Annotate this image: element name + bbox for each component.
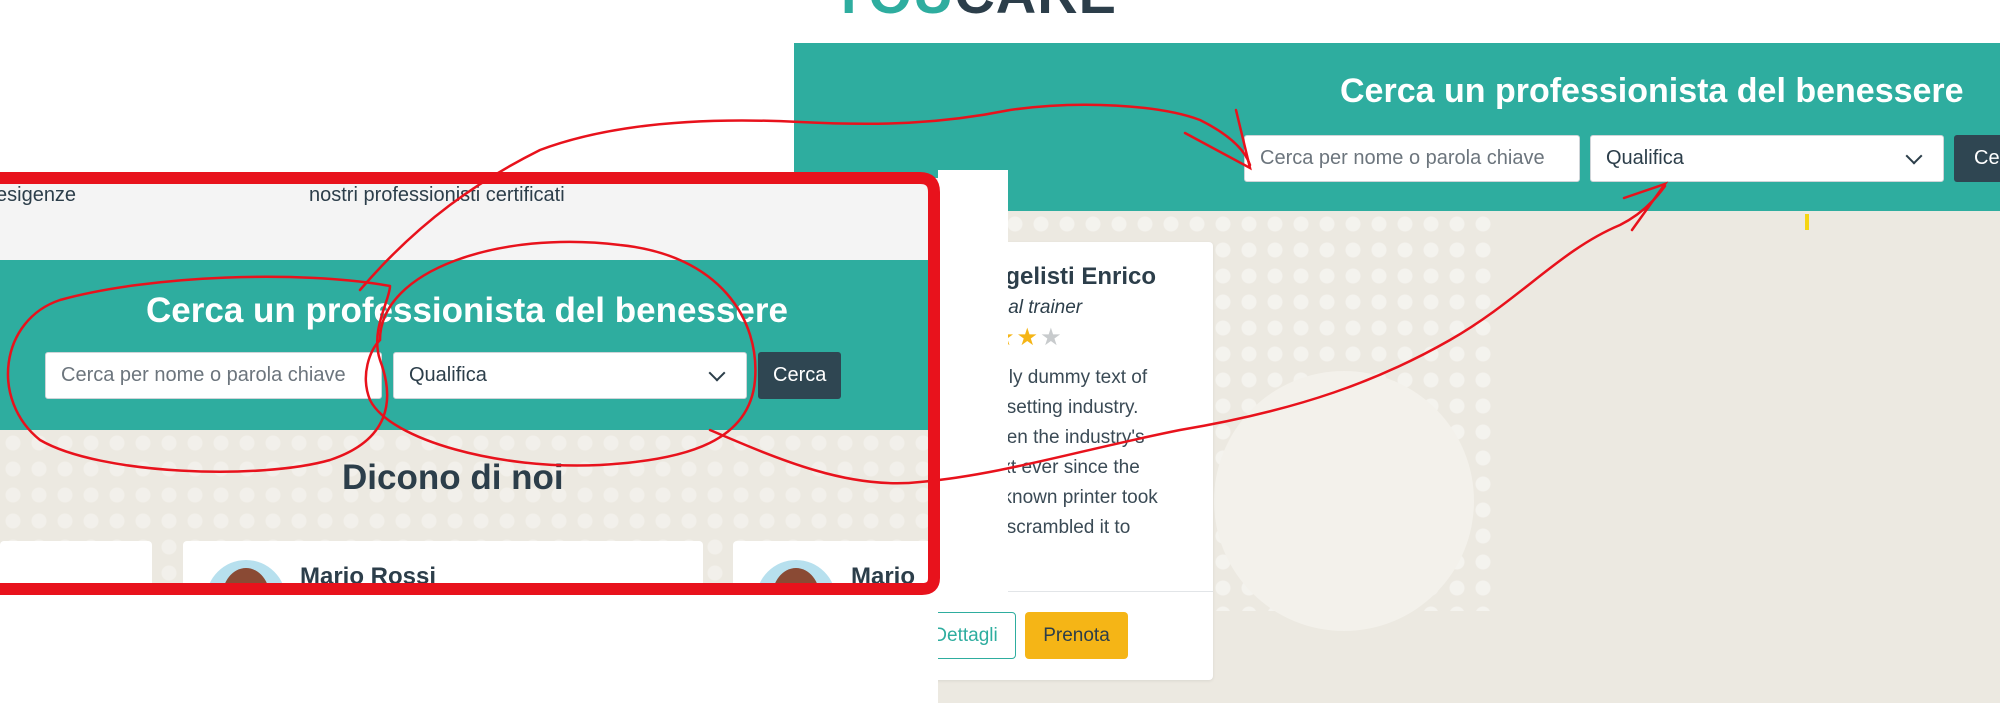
right-qualifica-select[interactable]: Qualifica [1590,135,1944,182]
professional-name: Evangelisti Enrico [948,263,1157,290]
logo-part-care: CARE [954,0,1117,25]
avatar [756,560,836,640]
right-search-title: Cerca un professionista del benessere [1340,72,1964,110]
left-search-banner [0,260,938,430]
testimonial-card [0,541,152,601]
chevron-down-icon [708,364,726,381]
left-qualifica-select[interactable]: Qualifica [393,352,747,399]
professional-role: Personal trainer [948,297,1083,318]
star-filled-icon: ★ [1016,324,1041,351]
description-line: hen an unknown printer took [918,487,1158,508]
details-button[interactable]: Dettagli [915,612,1016,659]
description-line: um is simply dummy text of [918,367,1148,388]
avatar [206,560,286,640]
left-select-value: Qualifica [409,364,487,386]
right-search-button-label: Cerca [1974,147,2000,169]
logo-part-you: YOU [830,0,954,25]
right-search-banner [794,43,2000,211]
book-button-label: Prenota [1043,624,1110,646]
chevron-down-icon [1905,147,1923,164]
right-select-value: Qualifica [1606,147,1684,169]
star-empty-icon: ★ [1040,324,1064,351]
description-line: um has been the industry's [918,427,1145,448]
description-line: g and typesetting industry. [918,397,1139,418]
left-search-placeholder: Cerca per nome o parola chiave [61,364,346,386]
left-search-button-label: Cerca [773,364,827,386]
testimonials-title: Dicono di noi [342,458,564,497]
book-button[interactable]: Prenota [1025,612,1128,659]
left-search-input[interactable]: Cerca per nome o parola chiave [45,352,382,399]
professional-description: um is simply dummy text of g and typeset… [918,363,1194,553]
rating-stars: ★★★★★ [946,323,1064,352]
right-search-button[interactable]: Cerca [1954,135,2000,182]
star-filled-icon: ★ [969,324,994,351]
left-search-title: Cerca un professionista del benessere [146,291,788,330]
details-button-label: Dettagli [933,624,998,646]
right-search-placeholder: Cerca per nome o parola chiave [1260,147,1545,169]
star-filled-icon: ★ [946,324,970,351]
description-line: dummy text ever since the [918,457,1140,478]
left-search-button[interactable]: Cerca [758,352,841,399]
yellow-marker [1805,214,1809,230]
testimonial-name: Mario Rossi [300,563,437,590]
star-filled-icon: ★ [993,324,1017,351]
right-search-input[interactable]: Cerca per nome o parola chiave [1244,135,1580,182]
testimonial-name: Mario [851,563,916,590]
left-info-text-2: nostri professionisti certificati [309,184,565,206]
description-line: f type and scrambled it to [918,517,1131,538]
left-info-text-1: esigenze [0,184,77,206]
logo: YOUCARE [830,0,1117,22]
